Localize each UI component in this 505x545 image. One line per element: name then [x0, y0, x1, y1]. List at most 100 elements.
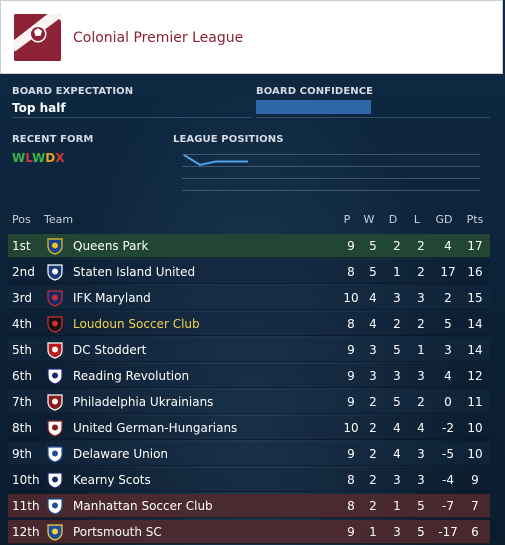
header-won[interactable]: W [362, 213, 376, 226]
philadelphia-ukrainians-crest-icon [46, 393, 64, 411]
table-row[interactable]: 6th Reading Revolution 9 3 3 3 4 12 [8, 364, 490, 388]
divider [256, 117, 490, 118]
header-pos[interactable]: Pos [12, 213, 31, 226]
header-drawn[interactable]: D [386, 213, 400, 226]
row-gd: 5 [444, 317, 452, 331]
row-team-name[interactable]: IFK Maryland [73, 291, 151, 305]
row-team-name[interactable]: Philadelphia Ukrainians [73, 395, 213, 409]
league-positions-chart[interactable] [182, 154, 480, 194]
league-header[interactable]: Colonial Premier League [0, 0, 503, 74]
row-p: 8 [347, 499, 355, 513]
table-row[interactable]: 5th DC Stoddert 9 3 5 1 3 14 [8, 338, 490, 362]
league-positions-label: LEAGUE POSITIONS [173, 134, 284, 145]
row-gd: 4 [444, 239, 452, 253]
row-team-name[interactable]: Manhattan Soccer Club [73, 499, 213, 513]
league-panel: Colonial Premier League BOARD EXPECTATIO… [0, 0, 505, 545]
board-expectation-value: Top half [12, 101, 66, 115]
row-gd: 3 [444, 343, 452, 357]
row-team-name[interactable]: Portsmouth SC [73, 525, 162, 539]
row-w: 3 [369, 369, 377, 383]
row-d: 1 [393, 265, 401, 279]
row-team-name[interactable]: Kearny Scots [73, 473, 151, 487]
header-team[interactable]: Team [44, 213, 73, 226]
row-p: 10 [343, 421, 359, 435]
form-result: W [12, 151, 26, 165]
row-position: 7th [12, 395, 32, 409]
loudoun-crest-icon [46, 315, 64, 333]
delaware-union-crest-icon [46, 445, 64, 463]
row-team-name[interactable]: Loudoun Soccer Club [73, 317, 200, 331]
row-d: 5 [393, 395, 401, 409]
row-pts: 6 [471, 525, 479, 539]
kearny-scots-crest-icon [46, 471, 64, 489]
row-d: 4 [393, 421, 401, 435]
header-lost[interactable]: L [410, 213, 424, 226]
row-d: 3 [393, 291, 401, 305]
table-row[interactable]: 12th Portsmouth SC 9 1 3 5 -17 6 [8, 520, 490, 544]
row-gd: 0 [444, 395, 452, 409]
row-gd: -5 [442, 447, 454, 461]
table-row[interactable]: 8th United German-Hungarians 10 2 4 4 -2 10 [8, 416, 490, 440]
row-l: 2 [417, 239, 425, 253]
row-pts: 16 [467, 265, 483, 279]
row-l: 2 [417, 265, 425, 279]
header-points[interactable]: Pts [464, 213, 486, 226]
row-pts: 14 [467, 343, 483, 357]
row-l: 3 [417, 473, 425, 487]
row-pts: 7 [471, 499, 479, 513]
row-team-name[interactable]: DC Stoddert [73, 343, 146, 357]
row-pts: 10 [467, 447, 483, 461]
row-w: 5 [369, 265, 377, 279]
form-result: L [25, 151, 32, 165]
row-d: 2 [393, 239, 401, 253]
row-p: 9 [347, 395, 355, 409]
row-team-name[interactable]: Reading Revolution [73, 369, 189, 383]
league-title[interactable]: Colonial Premier League [73, 30, 243, 46]
board-confidence-track [256, 100, 490, 114]
row-d: 4 [393, 447, 401, 461]
header-played[interactable]: P [340, 213, 354, 226]
board-confidence-bar [256, 100, 371, 114]
row-l: 3 [417, 447, 425, 461]
row-team-name[interactable]: Staten Island United [73, 265, 195, 279]
row-p: 9 [347, 239, 355, 253]
queens-park-crest-icon [46, 237, 64, 255]
row-team-name[interactable]: Delaware Union [73, 447, 168, 461]
row-team-name[interactable]: United German-Hungarians [73, 421, 237, 435]
row-w: 3 [369, 343, 377, 357]
row-position: 2nd [12, 265, 35, 279]
board-expectation-label: BOARD EXPECTATION [12, 86, 134, 97]
row-p: 9 [347, 447, 355, 461]
table-row[interactable]: 3rd IFK Maryland 10 4 3 3 2 15 [8, 286, 490, 310]
divider [12, 117, 252, 118]
row-pts: 10 [467, 421, 483, 435]
row-p: 9 [347, 343, 355, 357]
row-position: 11th [12, 499, 40, 513]
recent-form[interactable]: WLWDX [12, 151, 64, 165]
row-pts: 12 [467, 369, 483, 383]
table-row[interactable]: 10th Kearny Scots 8 2 3 3 -4 9 [8, 468, 490, 492]
row-w: 4 [369, 317, 377, 331]
table-row[interactable]: 11th Manhattan Soccer Club 8 2 1 5 -7 7 [8, 494, 490, 518]
row-l: 3 [417, 291, 425, 305]
table-row[interactable]: 1st Queens Park 9 5 2 2 4 17 [8, 234, 490, 258]
row-d: 3 [393, 369, 401, 383]
row-p: 10 [343, 291, 359, 305]
position-line [183, 154, 248, 166]
row-w: 2 [369, 395, 377, 409]
row-gd: -7 [442, 499, 454, 513]
reading-revolution-crest-icon [46, 367, 64, 385]
row-p: 8 [347, 265, 355, 279]
row-l: 2 [417, 395, 425, 409]
form-result: W [31, 151, 46, 165]
table-row[interactable]: 9th Delaware Union 9 2 4 3 -5 10 [8, 442, 490, 466]
row-position: 8th [12, 421, 32, 435]
row-team-name[interactable]: Queens Park [73, 239, 148, 253]
row-pts: 9 [471, 473, 479, 487]
header-goal-difference[interactable]: GD [433, 213, 455, 226]
table-row[interactable]: 7th Philadelphia Ukrainians 9 2 5 2 0 11 [8, 390, 490, 414]
portsmouth-crest-icon [46, 523, 64, 541]
table-row[interactable]: 4th Loudoun Soccer Club 8 4 2 2 5 14 [8, 312, 490, 336]
row-pts: 11 [467, 395, 483, 409]
table-row[interactable]: 2nd Staten Island United 8 5 1 2 17 16 [8, 260, 490, 284]
